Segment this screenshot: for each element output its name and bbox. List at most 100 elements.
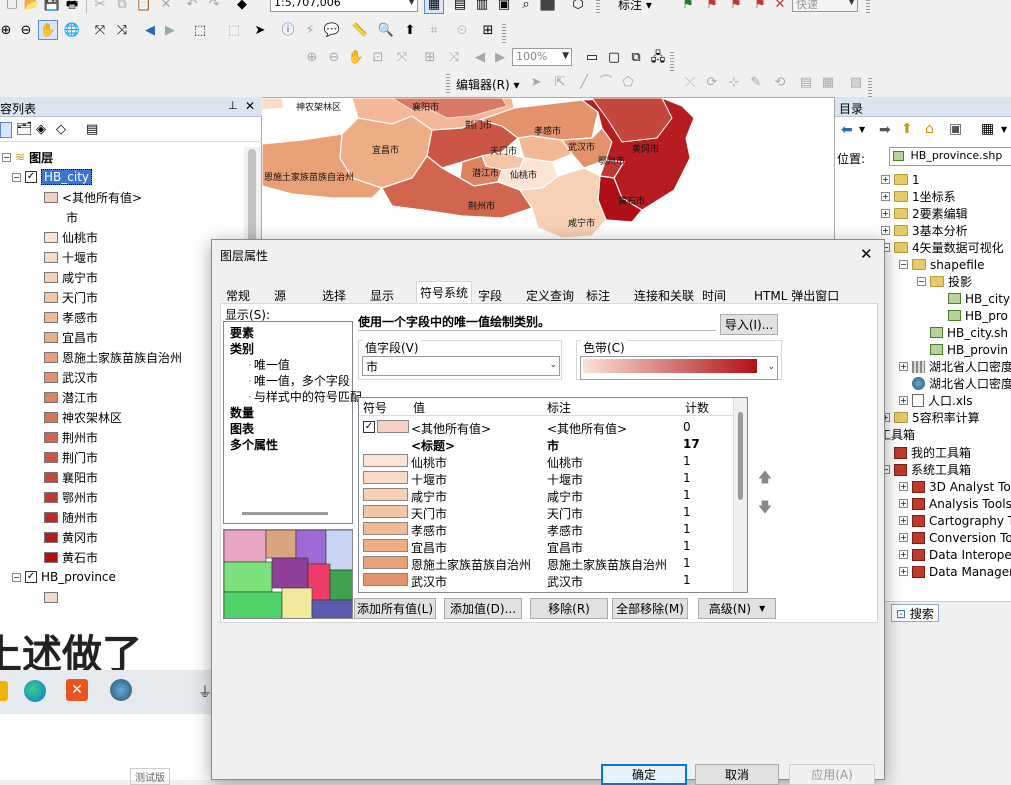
expand-icon[interactable]: +: [899, 482, 908, 491]
tab-6[interactable]: 字段: [478, 285, 502, 303]
legend-swatch[interactable]: [44, 551, 58, 563]
catalog-item[interactable]: − 投影: [917, 273, 972, 290]
tab-3[interactable]: 选择: [322, 285, 346, 303]
column-symbol[interactable]: 符号: [363, 399, 387, 416]
map-view[interactable]: 神农架林区 襄阳市 荆门市 孝感市 宜昌市 武汉市 黄冈市 天门市 鄂州市 恩施土家族苗族自治州 潜…: [262, 97, 834, 242]
cut-polygon-icon[interactable]: ✎: [746, 72, 766, 92]
symbol-swatch[interactable]: [363, 505, 408, 518]
fixed-zoom-in-icon[interactable]: ⤧: [90, 20, 110, 40]
color-ramp-select[interactable]: ⌄: [580, 356, 778, 380]
show-item[interactable]: · 与样式中的符号匹配: [248, 388, 362, 405]
symbol-swatch[interactable]: [363, 488, 408, 501]
toc-legend-item[interactable]: 黄冈市: [44, 527, 98, 547]
construction-icon[interactable]: ⬠: [618, 72, 638, 92]
symbol-swatch[interactable]: [363, 471, 408, 484]
tab-11[interactable]: HTML 弹出窗口: [754, 285, 839, 303]
grid-row-other[interactable]: ✓ <其他所有值> <其他所有值> 0: [359, 419, 733, 436]
legend-swatch[interactable]: [44, 191, 58, 203]
save-icon[interactable]: 💾: [42, 0, 62, 14]
pan-icon[interactable]: ✋: [38, 20, 58, 40]
zoom-in-icon[interactable]: ⊕: [0, 20, 16, 40]
attributes-icon[interactable]: ▤: [796, 72, 816, 92]
tab-5[interactable]: 符号系统: [416, 281, 473, 303]
scale-input[interactable]: 1:5,707,006 ▼: [270, 0, 418, 12]
show-item[interactable]: 多个属性: [230, 436, 278, 453]
views-icon[interactable]: ▦: [981, 121, 994, 137]
toolbar-grip[interactable]: [446, 74, 450, 94]
toolbox-item[interactable]: 我的工具箱: [881, 444, 971, 461]
legend-swatch[interactable]: [44, 491, 58, 503]
catalog-item[interactable]: +1坐标系: [881, 188, 956, 205]
delete-icon[interactable]: ✕: [156, 0, 176, 14]
catalog-item[interactable]: +3基本分析: [881, 222, 968, 239]
column-value[interactable]: 值: [413, 399, 425, 416]
label-clear-icon[interactable]: ✕: [770, 0, 790, 14]
catalog-item[interactable]: 湖北省人口密度: [899, 375, 1011, 392]
full-extent-icon[interactable]: 🌐: [62, 20, 82, 40]
legend-swatch[interactable]: [44, 431, 58, 443]
fixed-zoom-out-icon[interactable]: ⤨: [112, 20, 132, 40]
expand-icon[interactable]: +: [899, 499, 908, 508]
legend-swatch[interactable]: [44, 391, 58, 403]
toolbox-item[interactable]: + Analysis Tools.tb: [899, 495, 1011, 512]
toc-legend-item[interactable]: 仙桃市: [44, 227, 98, 247]
toc-legend-item[interactable]: 武汉市: [44, 367, 98, 387]
list-by-selection-icon[interactable]: ◇: [56, 122, 66, 137]
show-list[interactable]: 要素 类别 · 唯一值 · 唯一值，多个字段 · 与样式中的符号匹配 数量 图表 多个属性: [223, 321, 362, 524]
layout-zoom-in-icon[interactable]: ⊕: [302, 47, 322, 67]
list-by-drawing-order-icon[interactable]: [0, 122, 12, 138]
redo-icon[interactable]: ↷: [204, 0, 224, 14]
apply-button[interactable]: 应用(A): [789, 764, 875, 785]
catalog-item[interactable]: + 人口.xls: [899, 392, 973, 409]
table-icon[interactable]: ▤: [450, 0, 470, 14]
legend-swatch[interactable]: [44, 471, 58, 483]
symbol-swatch[interactable]: [363, 522, 408, 535]
change-layout-icon[interactable]: ⧉: [626, 47, 646, 67]
editor-toolbar-icon[interactable]: ▦: [424, 0, 444, 14]
toc-legend-item[interactable]: 鄂州市: [44, 487, 98, 507]
speed-select[interactable]: 快速 ▼: [792, 0, 858, 12]
expand-icon[interactable]: +: [899, 550, 908, 559]
arcmap-icon[interactable]: [110, 679, 132, 701]
layout-zoom-out-icon[interactable]: ⊖: [324, 47, 344, 67]
toolbox-item[interactable]: + Data Manageme: [899, 563, 1011, 580]
grid-row[interactable]: 咸宁市 咸宁市 1: [359, 487, 733, 504]
pin-icon[interactable]: ⊥: [228, 99, 238, 112]
symbol-swatch[interactable]: [363, 454, 408, 467]
toc-legend-item[interactable]: 天门市: [44, 287, 98, 307]
import-button[interactable]: 导入(I)...: [720, 314, 778, 335]
add-data-icon[interactable]: ◆: [232, 0, 252, 14]
add-all-values-button[interactable]: 添加所有值(L): [354, 598, 436, 619]
move-up-button[interactable]: 🡅: [754, 468, 776, 490]
layer-visibility-checkbox[interactable]: ✓: [25, 171, 37, 183]
toc-icon[interactable]: ▥: [472, 0, 492, 14]
catalog-item[interactable]: HB_city.sh: [917, 324, 1008, 341]
cross-icon[interactable]: ⊹: [724, 72, 744, 92]
legend-swatch[interactable]: [44, 591, 58, 603]
toolbox-item[interactable]: +3D Analyst Tools: [899, 478, 1011, 495]
xy-icon[interactable]: ⌗: [424, 20, 444, 40]
collapse-icon[interactable]: −: [12, 572, 21, 582]
chevron-down-icon[interactable]: ▼: [859, 125, 865, 134]
toc-legend-province[interactable]: [44, 587, 62, 607]
expand-icon[interactable]: +: [881, 175, 890, 184]
expand-icon[interactable]: +: [899, 396, 908, 405]
print-icon[interactable]: 🖶: [62, 0, 82, 14]
html-popup-icon[interactable]: 💬: [322, 20, 342, 40]
model-builder-icon[interactable]: ⬡: [568, 0, 588, 14]
select-features-icon[interactable]: ⬚: [190, 20, 210, 40]
measure-icon[interactable]: 📏: [350, 20, 370, 40]
catalog-item[interactable]: − shapefile: [899, 256, 985, 273]
tab-1[interactable]: 常规: [226, 285, 250, 303]
create-features-icon[interactable]: ▧: [846, 72, 866, 92]
grid-row[interactable]: 十堰市 十堰市 1: [359, 470, 733, 487]
zoom-out-icon[interactable]: ⊖: [16, 20, 36, 40]
grid-row[interactable]: 宜昌市 宜昌市 1: [359, 538, 733, 555]
region-shiyan[interactable]: [262, 98, 285, 111]
app-icon[interactable]: [0, 681, 8, 701]
legend-swatch[interactable]: [44, 371, 58, 383]
sketch-properties-icon[interactable]: ▦: [818, 72, 838, 92]
tab-8[interactable]: 标注: [586, 285, 610, 303]
collapse-icon[interactable]: −: [917, 277, 926, 286]
layout-pan-icon[interactable]: ✋: [346, 47, 366, 67]
